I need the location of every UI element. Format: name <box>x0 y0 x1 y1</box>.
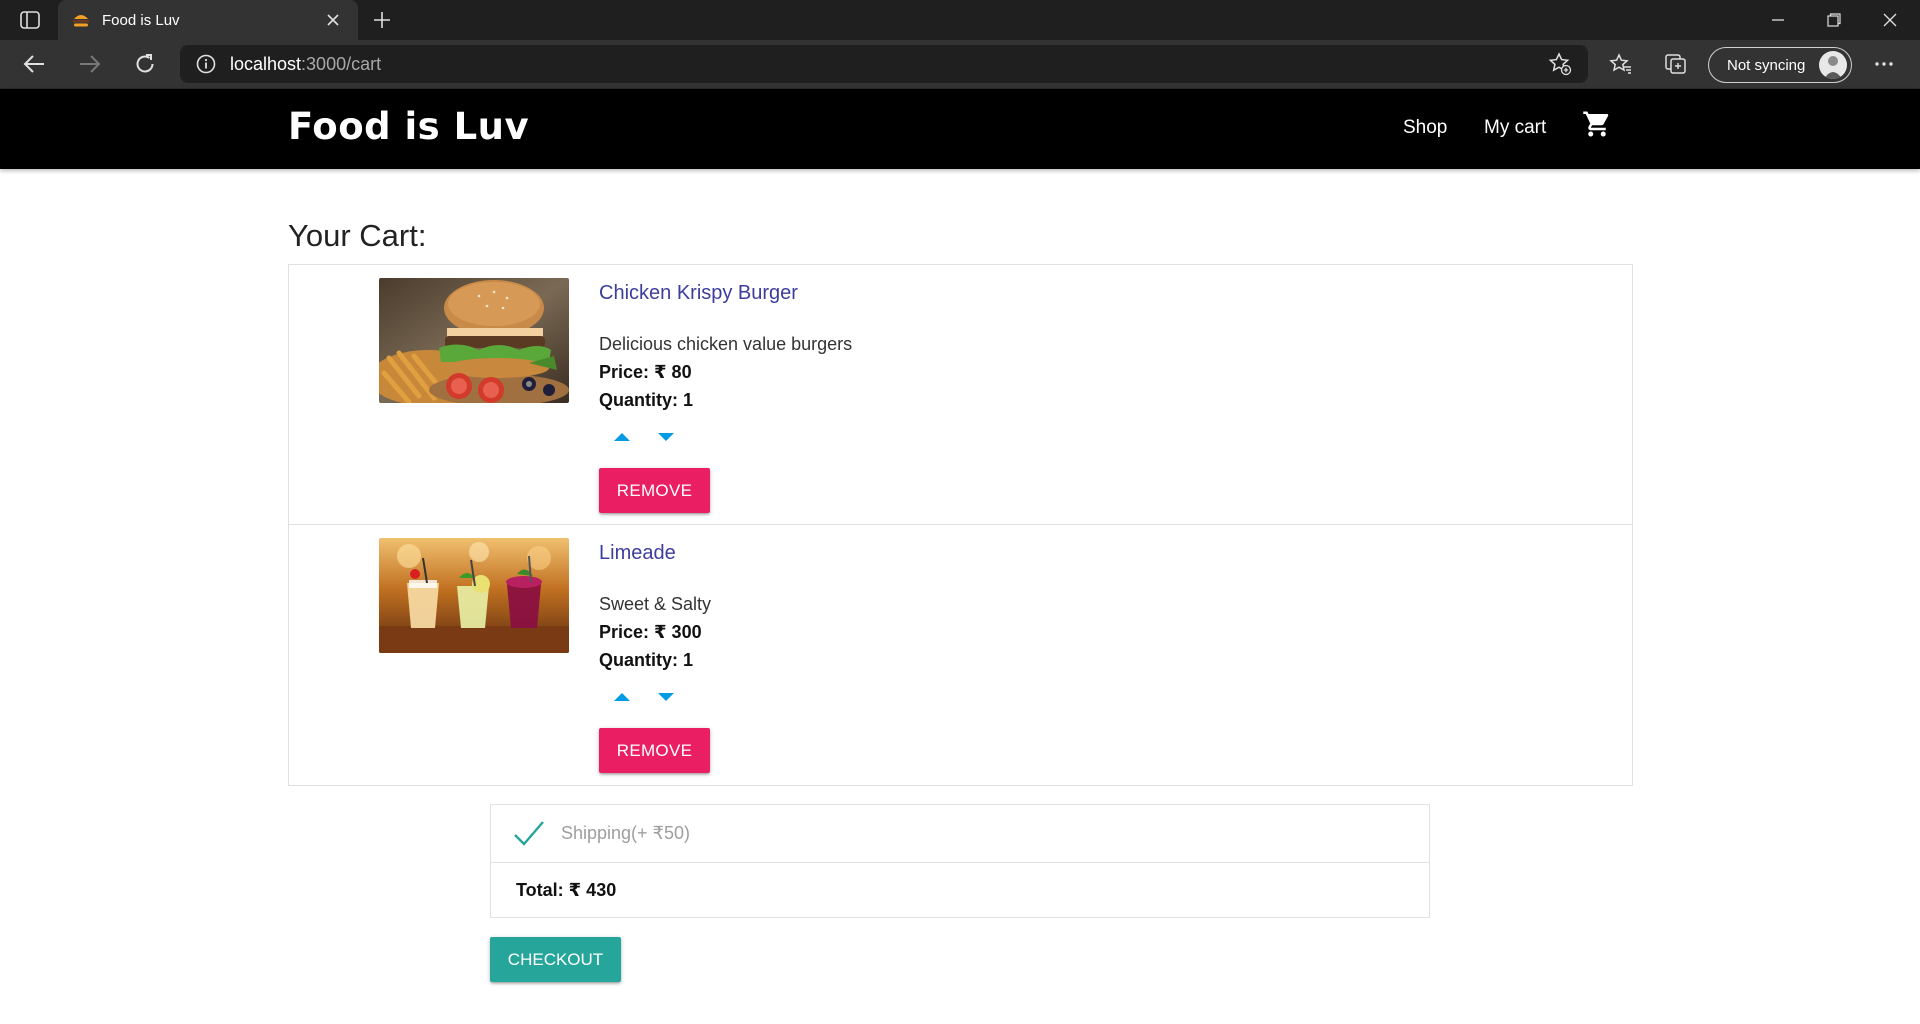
nav-link-shop[interactable]: Shop <box>1403 117 1447 139</box>
add-favorite-icon[interactable] <box>1548 52 1572 76</box>
address-url: localhost:3000/cart <box>230 54 381 75</box>
burger-favicon-icon <box>72 11 90 29</box>
item-description: Sweet & Salty <box>599 594 712 614</box>
address-host: localhost <box>230 53 302 74</box>
increase-quantity-icon[interactable] <box>611 430 633 444</box>
item-quantity: Quantity: 1 <box>599 650 694 670</box>
refresh-icon[interactable] <box>127 48 163 80</box>
site-navbar: Food is Luv Shop My cart <box>0 89 1920 169</box>
profile-button[interactable]: Not syncing <box>1708 47 1852 83</box>
remove-button[interactable]: REMOVE <box>599 468 710 513</box>
favorites-icon[interactable] <box>1603 48 1639 80</box>
more-options-icon[interactable] <box>1866 48 1902 80</box>
remove-button[interactable]: REMOVE <box>599 728 710 773</box>
minimize-icon[interactable] <box>1750 0 1806 40</box>
address-bar[interactable]: localhost:3000/cart <box>180 45 1588 83</box>
item-description: Delicious chicken value burgers <box>599 334 853 354</box>
item-price: Price: ₹ 80 <box>599 362 692 382</box>
address-path: :3000/cart <box>301 53 382 74</box>
cart-summary: Shipping(+ ₹50) Total: ₹ 430 <box>490 804 1430 918</box>
browser-toolbar: localhost:3000/cart Not syncing <box>0 40 1920 89</box>
close-tab-icon[interactable] <box>322 9 344 31</box>
restore-icon[interactable] <box>1806 0 1862 40</box>
cart-item: Chicken Krispy Burger Delicious chicken … <box>289 265 1632 525</box>
limeade-image <box>379 538 569 653</box>
item-quantity: Quantity: 1 <box>599 390 694 410</box>
browser-tab-bar: Food is Luv <box>0 0 1920 40</box>
collections-icon[interactable] <box>1658 48 1694 80</box>
avatar <box>1819 51 1847 79</box>
checkmark-icon[interactable] <box>513 819 545 849</box>
increase-quantity-icon[interactable] <box>611 690 633 704</box>
item-title[interactable]: Chicken Krispy Burger <box>599 282 798 305</box>
decrease-quantity-icon[interactable] <box>655 690 677 704</box>
close-window-icon[interactable] <box>1862 0 1918 40</box>
shipping-row[interactable]: Shipping(+ ₹50) <box>491 805 1429 863</box>
forward-arrow-icon[interactable] <box>72 48 108 80</box>
back-arrow-icon[interactable] <box>16 48 52 80</box>
cart-list: Chicken Krispy Burger Delicious chicken … <box>288 264 1633 786</box>
shipping-label: Shipping(+ ₹50) <box>561 823 691 843</box>
tab-actions-icon[interactable] <box>14 8 46 32</box>
shopping-cart-icon[interactable] <box>1582 109 1612 139</box>
browser-tab[interactable]: Food is Luv <box>58 0 358 40</box>
checkout-button[interactable]: CHECKOUT <box>490 937 621 982</box>
site-info-icon[interactable] <box>194 52 218 76</box>
cart-total: Total: ₹ 430 <box>516 879 617 900</box>
page-title: Your Cart: <box>288 218 427 253</box>
tab-title: Food is Luv <box>102 11 180 29</box>
profile-sync-label: Not syncing <box>1727 56 1806 74</box>
new-tab-icon[interactable] <box>368 6 396 34</box>
nav-link-my-cart[interactable]: My cart <box>1484 117 1546 139</box>
item-price: Price: ₹ 300 <box>599 622 702 642</box>
decrease-quantity-icon[interactable] <box>655 430 677 444</box>
brand-logo[interactable]: Food is Luv <box>288 105 529 148</box>
item-title[interactable]: Limeade <box>599 542 676 565</box>
burger-image <box>379 278 569 403</box>
cart-item: Limeade Sweet & Salty Price: ₹ 300 Quant… <box>289 525 1632 785</box>
